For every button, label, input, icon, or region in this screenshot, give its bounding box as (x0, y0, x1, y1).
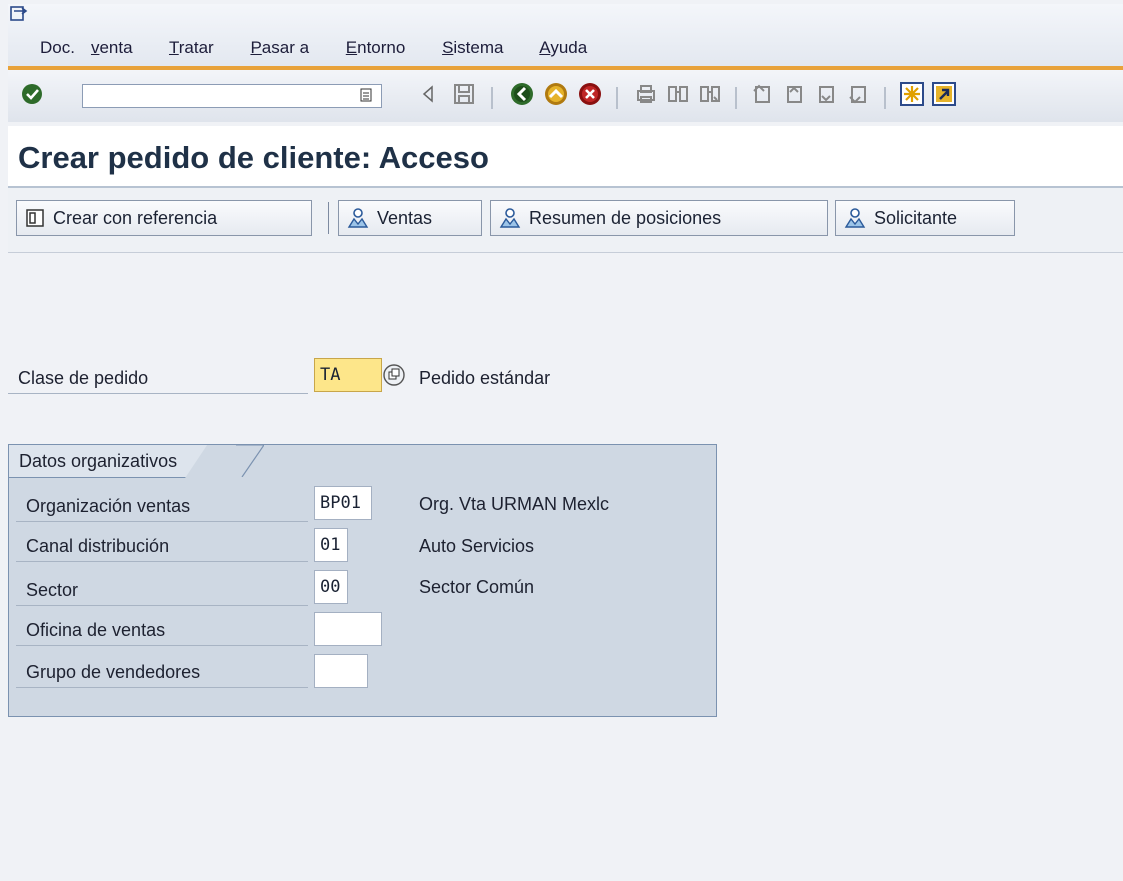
toolbar-separator (616, 87, 618, 109)
exit-icon[interactable] (544, 82, 568, 106)
first-page-icon[interactable] (750, 82, 774, 106)
sales-label: Ventas (377, 207, 433, 228)
menu-label-part: ntorno (357, 38, 406, 57)
last-page-icon[interactable] (846, 82, 870, 106)
copy-document-icon (26, 209, 44, 227)
menu-label-part: ratar (178, 38, 214, 57)
person-icon (499, 208, 521, 228)
sales-office-field[interactable] (314, 612, 382, 646)
find-icon[interactable] (666, 82, 690, 106)
previous-page-icon[interactable] (782, 82, 806, 106)
print-icon[interactable] (634, 82, 658, 106)
menu-label-mnemonic: E (345, 38, 358, 57)
sales-group-field[interactable] (314, 654, 368, 688)
group-title: Datos organizativos (9, 445, 207, 478)
application-toolbar: Crear con referencia Ventas Resumen de p… (8, 188, 1123, 253)
menu-bar: Doc. venta Tratar Pasar a Entorno Sistema… (8, 4, 1123, 66)
menu-pasar-a[interactable]: Pasar a (250, 38, 325, 57)
sales-org-field[interactable] (314, 486, 372, 520)
command-field[interactable] (82, 84, 382, 108)
order-type-field[interactable] (314, 358, 382, 392)
menu-tratar[interactable]: Tratar (169, 38, 230, 57)
order-type-description: Pedido estándar (419, 368, 551, 388)
sales-org-label: Organización ventas (16, 490, 308, 522)
sales-office-label: Oficina de ventas (16, 614, 308, 646)
cancel-icon[interactable] (578, 82, 602, 106)
person-icon (347, 208, 369, 228)
create-session-icon[interactable] (900, 82, 924, 106)
distribution-channel-label: Canal distribución (16, 530, 308, 562)
distribution-channel-description: Auto Servicios (419, 536, 535, 556)
create-with-reference-button[interactable]: Crear con referencia (16, 200, 312, 236)
title-bar: Crear pedido de cliente: Acceso (8, 126, 1123, 188)
menu-label-mnemonic: T (168, 38, 179, 57)
find-next-icon[interactable] (698, 82, 722, 106)
division-label: Sector (16, 574, 308, 606)
distribution-channel-field[interactable] (314, 528, 348, 562)
menu-label-mnemonic: S (442, 38, 454, 57)
menu-label-part: Doc. (40, 38, 75, 57)
menu-label-part: asar a (261, 38, 310, 57)
possible-entries-icon[interactable] (383, 364, 405, 386)
enter-icon[interactable] (20, 82, 44, 106)
toolbar-separator (491, 87, 493, 109)
division-description: Sector Común (419, 577, 535, 597)
menu-entorno[interactable]: Entorno (346, 38, 422, 57)
system-menu-icon[interactable] (10, 6, 28, 22)
menu-label-mnemonic: P (250, 38, 262, 57)
sales-org-description: Org. Vta URMAN Mexlc (419, 494, 610, 514)
sales-button[interactable]: Ventas (338, 200, 482, 236)
menu-doc-venta[interactable]: Doc. venta (40, 38, 149, 57)
back-arrow-icon[interactable] (416, 82, 440, 106)
menu-label-part: enta (99, 38, 133, 57)
menu-sistema[interactable]: Sistema (442, 38, 519, 57)
order-type-label: Clase de pedido (8, 362, 308, 394)
sales-group-label: Grupo de vendedores (16, 656, 308, 688)
menu-ayuda[interactable]: Ayuda (539, 38, 603, 57)
person-icon (844, 208, 866, 228)
page-title: Crear pedido de cliente: Acceso (18, 140, 489, 175)
toolbar-separator (735, 87, 737, 109)
back-icon[interactable] (510, 82, 534, 106)
ordering-party-button[interactable]: Solicitante (835, 200, 1015, 236)
command-field-dropdown-icon[interactable] (356, 84, 376, 106)
next-page-icon[interactable] (814, 82, 838, 106)
menu-label-mnemonic: A (539, 38, 551, 57)
item-overview-label: Resumen de posiciones (529, 207, 722, 228)
shortcut-icon[interactable] (932, 82, 956, 106)
ordering-party-label: Solicitante (874, 207, 958, 228)
menu-label-part: yuda (550, 38, 588, 57)
standard-toolbar (8, 70, 1123, 122)
division-field[interactable] (314, 570, 348, 604)
toolbar-separator (328, 202, 329, 234)
group-tab-edge (236, 445, 264, 477)
save-icon[interactable] (452, 82, 476, 106)
menu-items: Doc. venta Tratar Pasar a Entorno Sistema… (40, 38, 619, 58)
item-overview-button[interactable]: Resumen de posiciones (490, 200, 828, 236)
create-with-reference-label: Crear con referencia (53, 207, 218, 228)
toolbar-separator (884, 87, 886, 109)
menu-label-part: istema (453, 38, 504, 57)
